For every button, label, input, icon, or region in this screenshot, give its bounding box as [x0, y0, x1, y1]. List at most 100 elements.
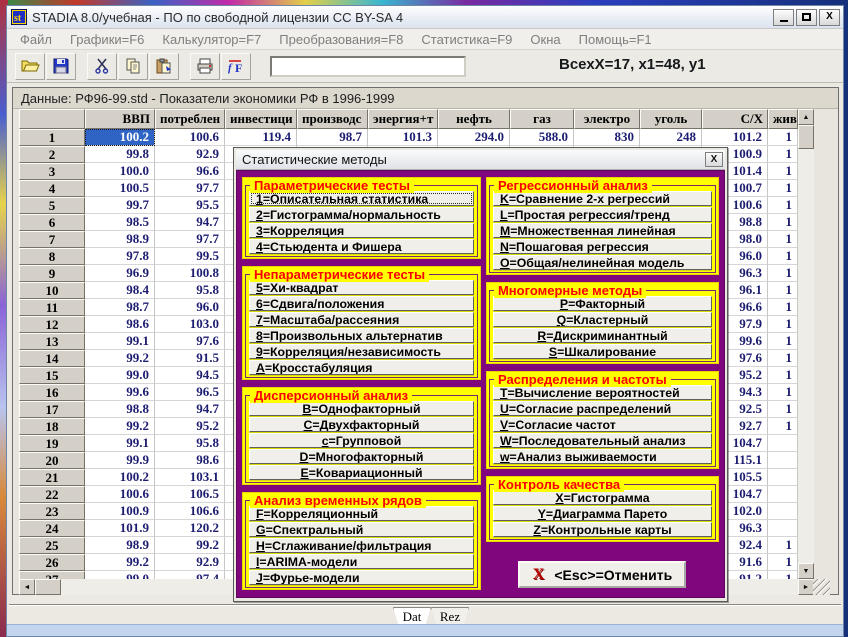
method-button[interactable]: F=Корреляционный	[249, 506, 474, 521]
cell[interactable]: 99.2	[85, 350, 155, 367]
row-header[interactable]: 24	[19, 520, 85, 537]
column-header[interactable]: электро	[574, 109, 640, 129]
cell[interactable]: 98.8	[85, 401, 155, 418]
command-input[interactable]	[270, 56, 466, 77]
cell[interactable]: 1	[768, 197, 798, 214]
cell[interactable]: 97.4	[155, 571, 225, 579]
cell[interactable]: 106.5	[155, 486, 225, 503]
cell[interactable]	[768, 503, 798, 520]
cell[interactable]: 1	[768, 299, 798, 316]
column-header[interactable]: С/Х	[702, 109, 768, 129]
cell[interactable]: 1	[768, 571, 798, 579]
menu-item[interactable]: Окна	[521, 32, 569, 47]
cell[interactable]: 96.6	[155, 163, 225, 180]
scroll-up-icon[interactable]: ▲	[798, 109, 814, 125]
cell[interactable]: 830	[574, 129, 640, 146]
method-button[interactable]: R=Дискриминантный	[493, 328, 712, 343]
cell[interactable]: 99.8	[85, 146, 155, 163]
method-button[interactable]: 5=Хи-квадрат	[249, 280, 474, 295]
row-header[interactable]: 1	[19, 129, 85, 146]
column-header[interactable]: энергия+т	[368, 109, 438, 129]
cell[interactable]: 1	[768, 367, 798, 384]
column-header[interactable]: потреблен	[155, 109, 225, 129]
cell[interactable]: 103.0	[155, 316, 225, 333]
cell[interactable]: 99.6	[85, 384, 155, 401]
cell[interactable]: 96.0	[155, 299, 225, 316]
column-header[interactable]: производс	[297, 109, 368, 129]
method-button[interactable]: O=Общая/нелинейная модель	[493, 255, 712, 270]
scroll-left-icon[interactable]: ◄	[19, 579, 35, 595]
method-button[interactable]: Q=Кластерный	[493, 312, 712, 327]
method-button[interactable]: 7=Масштаба/рассеяния	[249, 312, 474, 327]
row-header[interactable]: 9	[19, 265, 85, 282]
row-header[interactable]: 18	[19, 418, 85, 435]
method-button[interactable]: 6=Сдвига/положения	[249, 296, 474, 311]
method-button[interactable]: 4=Стьюдента и Фишера	[249, 239, 474, 254]
cell[interactable]	[768, 469, 798, 486]
method-button[interactable]: c=Групповой	[249, 433, 474, 448]
cell[interactable]: 98.6	[155, 452, 225, 469]
row-header[interactable]: 10	[19, 282, 85, 299]
row-header[interactable]: 7	[19, 231, 85, 248]
cell[interactable]: 588.0	[510, 129, 574, 146]
formula-button[interactable]: fF	[221, 53, 251, 80]
cell[interactable]: 96.5	[155, 384, 225, 401]
row-header[interactable]: 27	[19, 571, 85, 579]
cell[interactable]: 91.5	[155, 350, 225, 367]
cell[interactable]: 103.1	[155, 469, 225, 486]
dialog-close-button[interactable]: X	[705, 152, 723, 167]
cell[interactable]: 97.8	[85, 248, 155, 265]
cell[interactable]: 248	[640, 129, 702, 146]
open-button[interactable]	[15, 53, 45, 80]
method-button[interactable]: U=Согласие распределений	[493, 401, 712, 416]
method-button[interactable]: A=Кросстабуляция	[249, 360, 474, 375]
cell[interactable]: 1	[768, 180, 798, 197]
menu-item[interactable]: Статистика=F9	[412, 32, 521, 47]
cut-button[interactable]	[87, 53, 117, 80]
method-button[interactable]: C=Двухфакторный	[249, 417, 474, 432]
minimize-button[interactable]	[773, 9, 794, 26]
cell[interactable]: 98.6	[85, 316, 155, 333]
row-header[interactable]: 26	[19, 554, 85, 571]
cell[interactable]: 1	[768, 146, 798, 163]
cell[interactable]: 100.9	[85, 503, 155, 520]
cell[interactable]: 1	[768, 163, 798, 180]
cell[interactable]: 1	[768, 350, 798, 367]
cell[interactable]: 1	[768, 384, 798, 401]
cell[interactable]: 1	[768, 418, 798, 435]
cell[interactable]: 99.0	[85, 571, 155, 579]
cell[interactable]: 92.9	[155, 554, 225, 571]
method-button[interactable]: P=Факторный	[493, 296, 712, 311]
method-button[interactable]: 3=Корреляция	[249, 223, 474, 238]
cell[interactable]: 97.7	[155, 231, 225, 248]
method-button[interactable]: X=Гистограмма	[493, 490, 712, 505]
print-button[interactable]	[190, 53, 220, 80]
cell[interactable]: 99.2	[85, 554, 155, 571]
row-header[interactable]: 14	[19, 350, 85, 367]
column-header[interactable]: уголь	[640, 109, 702, 129]
close-button[interactable]: X	[819, 9, 840, 26]
paste-button[interactable]	[149, 53, 179, 80]
row-header[interactable]: 11	[19, 299, 85, 316]
row-header[interactable]: 22	[19, 486, 85, 503]
method-button[interactable]: H=Сглаживание/фильтрация	[249, 538, 474, 553]
method-button[interactable]: I=ARIMA-модели	[249, 554, 474, 569]
vertical-scroll-thumb[interactable]	[798, 125, 814, 149]
cell[interactable]: 101.9	[85, 520, 155, 537]
cell[interactable]: 1	[768, 282, 798, 299]
method-button[interactable]: L=Простая регрессия/тренд	[493, 207, 712, 222]
cell[interactable]: 94.5	[155, 367, 225, 384]
cell[interactable]: 100.2	[85, 129, 155, 146]
cell[interactable]: 1	[768, 214, 798, 231]
cell[interactable]: 1	[768, 231, 798, 248]
cell[interactable]: 96.9	[85, 265, 155, 282]
cell[interactable]: 1	[768, 333, 798, 350]
menu-item[interactable]: Преобразования=F8	[270, 32, 412, 47]
cell[interactable]: 100.2	[85, 469, 155, 486]
cell[interactable]: 99.7	[85, 197, 155, 214]
method-button[interactable]: G=Спектральный	[249, 522, 474, 537]
column-header[interactable]: живо	[768, 109, 798, 129]
cell[interactable]	[768, 486, 798, 503]
menu-item[interactable]: Калькулятор=F7	[153, 32, 270, 47]
cell[interactable]: 94.7	[155, 214, 225, 231]
